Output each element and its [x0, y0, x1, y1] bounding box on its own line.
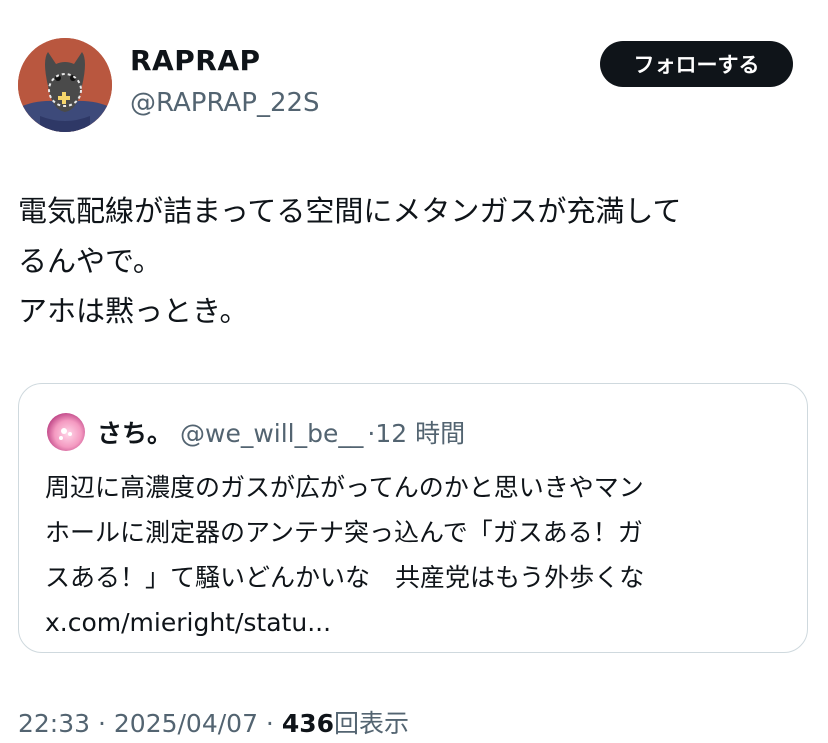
view-label: 回表示	[334, 709, 410, 738]
quoted-link[interactable]: x.com/mieright/statu...	[45, 600, 785, 645]
quoted-line: ホールに測定器のアンテナ突っ込んで「ガスある！ガ	[45, 518, 643, 547]
tweet-meta: 22:33 · 2025/04/07 · 436回表示	[18, 704, 409, 740]
tweet-line: 電気配線が詰まってる空間にメタンガスが充満して	[18, 194, 682, 228]
tweet-text: 電気配線が詰まってる空間にメタンガスが充満して るんやで。 アホは黙っとき。	[18, 186, 808, 336]
view-count: 436	[281, 709, 335, 738]
cat-avatar-icon	[18, 38, 112, 132]
author-handle[interactable]: @RAPRAP_22S	[130, 88, 320, 118]
quoted-line: スある！」て騒いどんかいな 共産党はもう外歩くな	[45, 563, 645, 592]
quoted-author-name: さち。	[97, 419, 173, 448]
meta-separator: ·	[90, 709, 114, 738]
tweet-time[interactable]: 22:33	[18, 709, 90, 738]
quoted-tweet-time: ·12 時間	[367, 419, 466, 448]
quoted-author-avatar	[47, 413, 85, 451]
quoted-author-handle: @we_will_be__	[180, 419, 364, 448]
tweet-line: るんやで。	[18, 244, 162, 278]
author-avatar[interactable]	[18, 38, 112, 132]
tweet-date[interactable]: 2025/04/07	[114, 709, 258, 738]
quoted-tweet-text: 周辺に高濃度のガスが広がってんのかと思いきやマン ホールに測定器のアンテナ突っ込…	[45, 465, 785, 645]
author-display-name[interactable]: RAPRAP	[130, 44, 261, 77]
quoted-tweet-card[interactable]: さち。 @we_will_be__ ·12 時間 周辺に高濃度のガスが広がってんのか…	[18, 383, 808, 653]
quoted-line: 周辺に高濃度のガスが広がってんのかと思いきやマン	[45, 473, 644, 502]
quoted-tweet-header: さち。 @we_will_be__ ·12 時間	[97, 414, 465, 450]
tweet-line: アホは黙っとき。	[18, 294, 249, 328]
follow-button[interactable]: フォローする	[600, 41, 793, 87]
meta-separator: ·	[257, 709, 282, 738]
